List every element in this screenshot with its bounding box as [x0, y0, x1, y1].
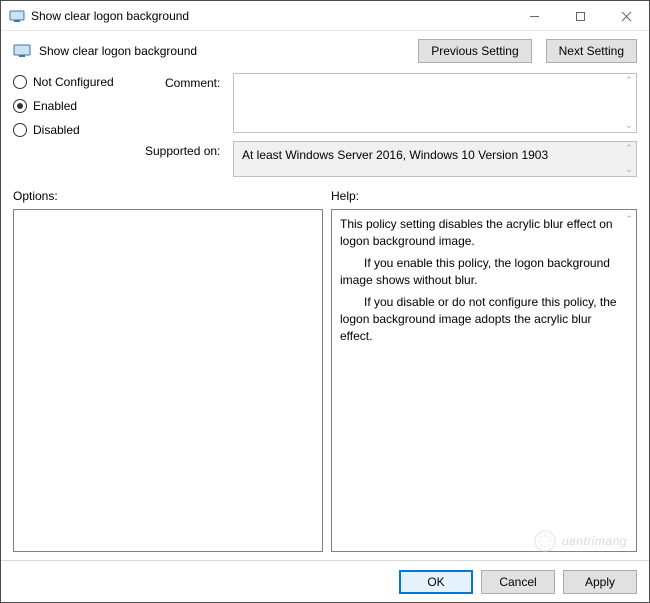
help-label: Help: — [331, 189, 359, 203]
policy-editor-window: Show clear logon background Show clear l… — [0, 0, 650, 603]
radio-not-configured[interactable]: Not Configured — [13, 75, 163, 89]
supported-on-box: At least Windows Server 2016, Windows 10… — [233, 141, 637, 177]
section-labels: Options: Help: — [1, 177, 649, 207]
dialog-footer: OK Cancel Apply — [1, 560, 649, 602]
radio-enabled[interactable]: Enabled — [13, 99, 163, 113]
apply-button[interactable]: Apply — [563, 570, 637, 594]
window-title: Show clear logon background — [31, 9, 511, 23]
app-icon — [9, 8, 25, 24]
dialog-body: Show clear logon background Previous Set… — [1, 31, 649, 602]
ok-button[interactable]: OK — [399, 570, 473, 594]
radio-icon — [13, 75, 27, 89]
next-setting-label: Next Setting — [559, 44, 624, 58]
comment-textarea[interactable]: ⌃⌄ — [233, 73, 637, 133]
radio-label: Enabled — [33, 99, 77, 113]
radio-label: Disabled — [33, 123, 80, 137]
titlebar: Show clear logon background — [1, 1, 649, 31]
header-row: Show clear logon background Previous Set… — [1, 31, 649, 69]
policy-icon — [13, 42, 31, 60]
previous-setting-label: Previous Setting — [431, 44, 518, 58]
help-paragraph: This policy setting disables the acrylic… — [340, 217, 613, 248]
scroll-indicator: ⌃⌄ — [624, 144, 634, 174]
radio-label: Not Configured — [33, 75, 114, 89]
radio-icon — [13, 99, 27, 113]
config-grid: Not Configured Enabled Disabled Comment:… — [1, 69, 649, 177]
supported-on-value: At least Windows Server 2016, Windows 10… — [242, 148, 548, 162]
help-pane: This policy setting disables the acrylic… — [331, 209, 637, 552]
supported-on-label: Supported on: — [145, 141, 231, 158]
radio-icon — [13, 123, 27, 137]
setting-title: Show clear logon background — [39, 44, 404, 58]
scroll-indicator: ⌃⌄ — [624, 76, 634, 130]
previous-setting-button[interactable]: Previous Setting — [418, 39, 531, 63]
cancel-label: Cancel — [499, 575, 536, 589]
apply-label: Apply — [585, 575, 615, 589]
state-radio-group: Not Configured Enabled Disabled — [13, 73, 163, 137]
maximize-button[interactable] — [557, 1, 603, 31]
minimize-button[interactable] — [511, 1, 557, 31]
options-label: Options: — [13, 189, 331, 203]
next-setting-button[interactable]: Next Setting — [546, 39, 637, 63]
window-controls — [511, 1, 649, 30]
scroll-indicator: ⌃ — [625, 213, 633, 226]
close-button[interactable] — [603, 1, 649, 31]
help-paragraph: If you enable this policy, the logon bac… — [340, 255, 618, 290]
panes: This policy setting disables the acrylic… — [1, 207, 649, 560]
ok-label: OK — [427, 575, 444, 589]
comment-label: Comment: — [165, 73, 231, 90]
radio-disabled[interactable]: Disabled — [13, 123, 163, 137]
help-paragraph: If you disable or do not configure this … — [340, 294, 618, 346]
options-pane — [13, 209, 323, 552]
cancel-button[interactable]: Cancel — [481, 570, 555, 594]
